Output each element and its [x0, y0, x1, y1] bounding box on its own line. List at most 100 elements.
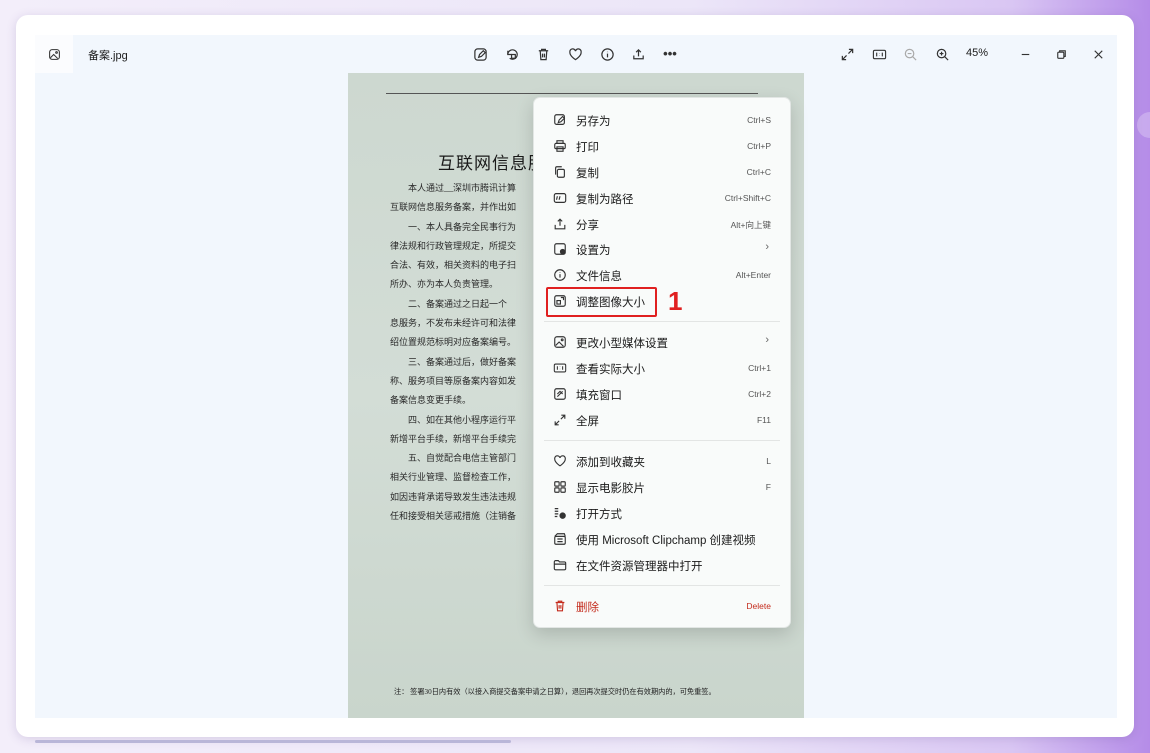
- copy-path-icon: [553, 191, 567, 205]
- menu-item-label: 打印: [576, 142, 599, 154]
- zoom-in-icon[interactable]: [931, 43, 953, 65]
- menu-item-open-in-explorer[interactable]: 在文件资源管理器中打开: [534, 552, 790, 578]
- chevron-right-icon: ›: [765, 241, 769, 253]
- zoom-out-icon[interactable]: [899, 43, 921, 65]
- document-line: 本人通过__深圳市腾讯计算: [390, 183, 517, 193]
- menu-item-label: 复制: [576, 168, 599, 180]
- fullscreen-icon[interactable]: [836, 43, 858, 65]
- menu-item-print[interactable]: 打印 Ctrl+P: [534, 133, 790, 159]
- menu-item-copy[interactable]: 复制 Ctrl+C: [534, 159, 790, 185]
- save-as-icon: [553, 113, 567, 127]
- document-line: 备案信息变更手续。: [390, 395, 472, 406]
- menu-item-shortcut: Ctrl+P: [747, 141, 771, 151]
- photos-app-icon: [35, 35, 73, 73]
- document-line: 一、本人具备完全民事行为: [390, 221, 517, 232]
- copy-icon: [553, 165, 567, 179]
- document-line: 息服务，不发布未经许可和法律: [390, 318, 517, 329]
- media-settings-icon: [553, 335, 567, 349]
- menu-item-label: 显示电影胶片: [576, 483, 645, 495]
- menu-item-label: 删除: [576, 602, 599, 614]
- rotate-icon[interactable]: [501, 43, 523, 65]
- menu-item-media-settings[interactable]: 更改小型媒体设置 ›: [534, 329, 790, 355]
- menu-item-label: 查看实际大小: [576, 364, 645, 376]
- menu-item-label: 文件信息: [576, 271, 622, 283]
- highlight-box: [546, 287, 657, 317]
- menu-item-share[interactable]: 分享 Alt+向上键: [534, 211, 790, 237]
- delete-icon: [553, 599, 567, 613]
- favorite-icon[interactable]: [564, 43, 586, 65]
- menu-item-actual-size[interactable]: 查看实际大小 Ctrl+1: [534, 355, 790, 381]
- menu-item-set-as[interactable]: 设置为 ›: [534, 236, 790, 262]
- menu-item-label: 另存为: [576, 116, 611, 128]
- document-line: 任和接受相关惩戒措施（注销备: [390, 511, 517, 522]
- document-top-rule: [386, 93, 758, 94]
- chevron-right-icon: ›: [765, 334, 769, 346]
- menu-item-clipchamp[interactable]: 使用 Microsoft Clipchamp 创建视频: [534, 526, 790, 552]
- context-menu: 另存为 Ctrl+S 打印 Ctrl+P 复制 Ctrl+C 复制为路径 Ctrl+Shift…: [533, 97, 791, 628]
- menu-item-open-with[interactable]: 打开方式: [534, 500, 790, 526]
- window-edge-decoration: [1137, 112, 1150, 138]
- set-as-icon: [553, 242, 567, 256]
- file-name: 备案.jpg: [88, 50, 128, 62]
- menu-item-label: 设置为: [576, 245, 611, 257]
- document-line: 称、服务项目等原备案内容如发: [390, 375, 517, 386]
- clipchamp-icon: [553, 532, 567, 546]
- document-line: 二、备案通过之日起一个: [390, 298, 508, 309]
- menu-item-shortcut: F11: [756, 415, 771, 425]
- menu-item-copy-as-path[interactable]: 复制为路径 Ctrl+Shift+C: [534, 185, 790, 211]
- annotation-number: 1: [668, 286, 683, 316]
- document-line: 五、自觉配合电信主管部门: [390, 453, 517, 464]
- info-icon: [553, 268, 567, 282]
- menu-item-shortcut: Delete: [746, 601, 771, 611]
- share-icon[interactable]: [627, 43, 649, 65]
- print-icon: [553, 139, 567, 153]
- horizontal-scrollbar[interactable]: [35, 740, 511, 743]
- document-footnote: 注： 签署30日内有效（以接入商提交备案申请之日算），退回再次提交时仍在有效期内…: [394, 688, 716, 696]
- menu-item-label: 复制为路径: [576, 194, 634, 206]
- document-line: 相关行业管理、监督检查工作，: [390, 472, 517, 483]
- menu-item-shortcut: Ctrl+1: [748, 363, 771, 373]
- folder-icon: [553, 558, 567, 572]
- menu-item-shortcut: F: [765, 482, 771, 492]
- menu-item-label: 打开方式: [576, 509, 622, 521]
- restore-icon[interactable]: [1050, 43, 1072, 65]
- menu-item-fullscreen[interactable]: 全屏 F11: [534, 407, 790, 433]
- menu-item-shortcut: Alt+向上键: [730, 220, 771, 230]
- menu-item-delete[interactable]: 删除 Delete: [534, 593, 790, 619]
- document-line: 所办、亦为本人负责管理。: [390, 279, 499, 290]
- menu-item-shortcut: Ctrl+C: [746, 167, 771, 177]
- menu-item-label: 更改小型媒体设置: [576, 338, 668, 350]
- menu-item-file-info[interactable]: 文件信息 Alt+Enter: [534, 262, 790, 288]
- document-title: 互联网信息服: [438, 154, 546, 174]
- more-icon[interactable]: •••: [659, 43, 681, 65]
- filmstrip-icon: [553, 480, 567, 494]
- menu-item-save-as[interactable]: 另存为 Ctrl+S: [534, 107, 790, 133]
- document-line: 绍位置规范标明对应备案编号。: [390, 337, 517, 348]
- menu-item-shortcut: L: [766, 456, 771, 466]
- delete-icon[interactable]: [532, 43, 554, 65]
- close-icon[interactable]: [1087, 43, 1109, 65]
- document-line: 新增平台手续，新增平台手续完: [390, 433, 517, 444]
- document-line: 互联网信息服务备案，并作出如: [390, 202, 517, 213]
- document-line: 律法规和行政管理规定，所提交: [390, 240, 517, 251]
- actual-size-icon[interactable]: [868, 43, 890, 65]
- info-icon[interactable]: [596, 43, 618, 65]
- heart-icon: [553, 454, 567, 468]
- open-with-icon: [553, 506, 567, 520]
- menu-separator: [544, 321, 780, 322]
- menu-item-label: 填充窗口: [576, 390, 622, 402]
- zoom-level: 45%: [966, 47, 989, 59]
- menu-item-show-filmstrip[interactable]: 显示电影胶片 F: [534, 474, 790, 500]
- menu-item-shortcut: Ctrl+Shift+C: [724, 193, 771, 203]
- minimize-icon[interactable]: [1014, 43, 1036, 65]
- edit-icon[interactable]: [469, 43, 491, 65]
- menu-item-label: 在文件资源管理器中打开: [576, 561, 703, 573]
- actual-size-icon: [553, 361, 567, 375]
- menu-item-add-to-favorites[interactable]: 添加到收藏夹 L: [534, 448, 790, 474]
- menu-item-label: 全屏: [576, 416, 599, 428]
- menu-item-shortcut: Ctrl+2: [748, 389, 771, 399]
- menu-item-fill-window[interactable]: 填充窗口 Ctrl+2: [534, 381, 790, 407]
- fill-window-icon: [553, 387, 567, 401]
- share-icon: [553, 217, 567, 231]
- document-line: 如因违背承诺导致发生违法违规: [390, 491, 517, 502]
